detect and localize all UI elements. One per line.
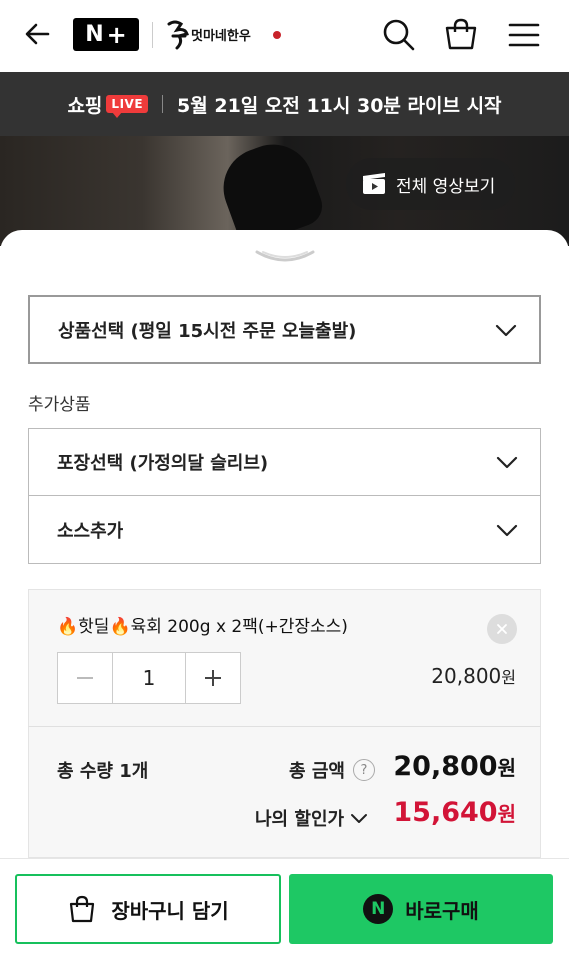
total-price-label-group: 총 금액 ?	[289, 757, 375, 783]
add-to-cart-label: 장바구니 담기	[111, 898, 229, 923]
live-schedule-banner[interactable]: 쇼핑 LIVE 5월 21일 오전 11시 30분 라이브 시작	[0, 72, 569, 136]
discount-price-toggle[interactable]: 나의 할인가	[255, 805, 368, 831]
discount-price: 15,640원	[393, 797, 516, 828]
close-icon	[497, 624, 507, 634]
watch-full-video-label: 전체 영상보기	[396, 176, 496, 197]
discount-price-value: 15,640	[393, 797, 498, 828]
total-price: 20,800원	[393, 751, 516, 782]
increase-quantity-button[interactable]	[186, 653, 240, 703]
discount-price-unit: 원	[497, 802, 516, 826]
top-header: N + 멋마네한우	[0, 0, 569, 72]
add-to-cart-button[interactable]: 장바구니 담기	[15, 874, 281, 944]
chevron-down-icon	[496, 456, 518, 469]
buy-now-button[interactable]: N 바로구매	[289, 874, 553, 944]
brand-logo[interactable]: 멋마네한우	[165, 16, 285, 52]
quantity-stepper: 1	[57, 652, 241, 704]
shopping-bag-icon[interactable]	[443, 16, 479, 52]
sheet-collapse-handle-icon[interactable]	[255, 248, 315, 266]
item-price-unit: 원	[501, 668, 516, 687]
order-summary: 총 수량 1개 총 금액 ? 20,800원 나의 할인가 15,640원	[28, 726, 541, 858]
live-badge: LIVE	[106, 95, 149, 118]
quantity-value[interactable]: 1	[112, 653, 186, 703]
plus-icon	[205, 670, 221, 686]
shopping-label: 쇼핑	[67, 94, 103, 117]
total-price-unit: 원	[497, 756, 516, 780]
chevron-down-icon	[351, 814, 368, 823]
help-icon[interactable]: ?	[352, 759, 375, 781]
back-arrow-icon[interactable]	[22, 18, 54, 50]
svg-text:멋마네한우: 멋마네한우	[191, 28, 251, 44]
watch-full-video-button[interactable]: 전체 영상보기	[346, 158, 516, 210]
live-schedule-text: 5월 21일 오전 11시 30분 라이브 시작	[177, 94, 502, 117]
product-option-select[interactable]: 상품선택 (평일 15시전 주문 오늘출발)	[28, 295, 541, 364]
addon-section-title: 추가상품	[28, 395, 91, 415]
total-price-label: 총 금액	[289, 761, 345, 782]
purchase-sheet: 상품선택 (평일 15시전 주문 오늘출발) 추가상품 포장선택 (가정의달 슬…	[0, 230, 569, 870]
selected-item-card: 🔥핫딜🔥육회 200g x 2팩(+간장소스) 1 20,800원	[28, 589, 541, 726]
packaging-option-select[interactable]: 포장선택 (가정의달 슬리브)	[28, 428, 541, 496]
packaging-option-label: 포장선택 (가정의달 슬리브)	[57, 453, 269, 474]
bottom-action-bar: 장바구니 담기 N 바로구매	[0, 858, 569, 960]
banner-divider	[162, 95, 164, 113]
naver-n-letter: N	[85, 22, 104, 47]
video-clip-icon	[363, 173, 385, 194]
item-price-value: 20,800	[431, 664, 502, 688]
remove-item-button[interactable]	[487, 614, 517, 644]
chevron-down-icon	[496, 524, 518, 536]
naver-plus-sign: +	[106, 20, 127, 49]
buy-now-label: 바로구매	[405, 898, 479, 923]
total-quantity: 총 수량 1개	[57, 761, 149, 782]
decrease-quantity-button[interactable]	[58, 653, 112, 703]
minus-icon	[77, 677, 93, 679]
naver-pay-icon: N	[363, 894, 394, 924]
header-divider	[152, 22, 153, 48]
item-price: 20,800원	[431, 664, 516, 688]
search-icon[interactable]	[380, 16, 416, 52]
total-price-value: 20,800	[393, 751, 498, 782]
discount-price-label: 나의 할인가	[255, 809, 345, 830]
selected-item-name: 🔥핫딜🔥육회 200g x 2팩(+간장소스)	[57, 617, 348, 637]
naver-plus-logo[interactable]: N +	[73, 18, 139, 51]
chevron-down-icon	[495, 324, 517, 336]
hamburger-menu-icon[interactable]	[507, 18, 541, 52]
product-option-label: 상품선택 (평일 15시전 주문 오늘출발)	[58, 320, 357, 342]
shopping-bag-icon	[70, 895, 95, 923]
sauce-option-select[interactable]: 소스추가	[28, 496, 541, 564]
sauce-option-label: 소스추가	[57, 520, 124, 542]
